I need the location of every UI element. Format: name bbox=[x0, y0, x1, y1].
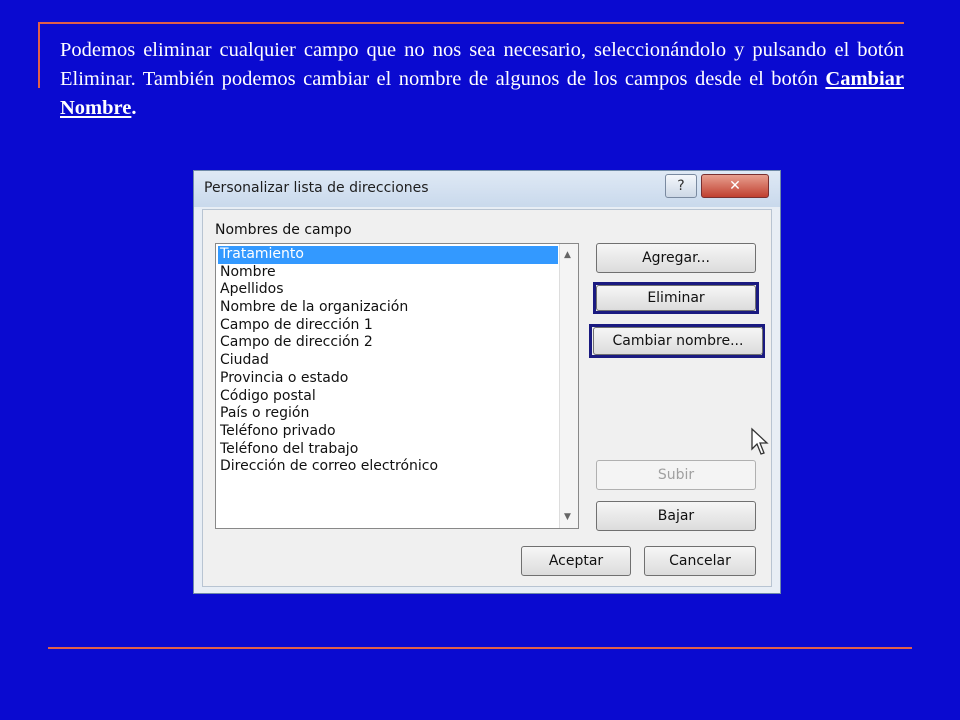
cancel-button[interactable]: Cancelar bbox=[644, 546, 756, 576]
dialog-client: Nombres de campo Tratamiento Nombre Apelli… bbox=[202, 209, 772, 587]
field-list-item[interactable]: Apellidos bbox=[218, 281, 558, 299]
field-list-item[interactable]: Campo de dirección 2 bbox=[218, 334, 558, 352]
left-rule bbox=[38, 22, 40, 88]
ok-button[interactable]: Aceptar bbox=[521, 546, 631, 576]
field-list-item[interactable]: Nombre bbox=[218, 264, 558, 282]
top-rule bbox=[38, 22, 904, 24]
rename-button[interactable]: Cambiar nombre... bbox=[593, 327, 763, 355]
paragraph-end: . bbox=[131, 97, 137, 119]
field-list-item[interactable]: País o región bbox=[218, 405, 558, 423]
fields-listbox[interactable]: Tratamiento Nombre Apellidos Nombre de la o… bbox=[215, 243, 579, 529]
move-down-button[interactable]: Bajar bbox=[596, 501, 756, 531]
fields-scrollbar[interactable]: ▲ ▼ bbox=[559, 244, 578, 528]
dialog-window: Personalizar lista de direcciones ? ✕ No… bbox=[193, 170, 781, 594]
help-button[interactable]: ? bbox=[665, 174, 697, 198]
scroll-up-arrow-icon[interactable]: ▲ bbox=[564, 250, 571, 260]
field-list-item[interactable]: Nombre de la organización bbox=[218, 299, 558, 317]
fields-list: Tratamiento Nombre Apellidos Nombre de la o… bbox=[218, 246, 558, 476]
field-list-item[interactable]: Tratamiento bbox=[218, 246, 558, 264]
field-list-item[interactable]: Código postal bbox=[218, 388, 558, 406]
field-list-item[interactable]: Campo de dirección 1 bbox=[218, 317, 558, 335]
paragraph-text: Podemos eliminar cualquier campo que no … bbox=[60, 39, 904, 90]
close-button[interactable]: ✕ bbox=[701, 174, 769, 198]
mouse-pointer-icon bbox=[751, 427, 769, 455]
field-list-item[interactable]: Provincia o estado bbox=[218, 370, 558, 388]
dialog-title: Personalizar lista de direcciones bbox=[204, 180, 429, 196]
add-button[interactable]: Agregar... bbox=[596, 243, 756, 273]
bottom-rule bbox=[48, 647, 912, 649]
field-list-item[interactable]: Dirección de correo electrónico bbox=[218, 458, 558, 476]
move-up-button[interactable]: Subir bbox=[596, 460, 756, 490]
field-list-item[interactable]: Ciudad bbox=[218, 352, 558, 370]
scroll-down-arrow-icon[interactable]: ▼ bbox=[564, 512, 571, 522]
field-list-item[interactable]: Teléfono privado bbox=[218, 423, 558, 441]
field-list-item[interactable]: Teléfono del trabajo bbox=[218, 441, 558, 459]
fields-label: Nombres de campo bbox=[215, 222, 352, 238]
delete-button[interactable]: Eliminar bbox=[596, 285, 756, 311]
slide-paragraph: Podemos eliminar cualquier campo que no … bbox=[60, 36, 904, 123]
dialog-titlebar: Personalizar lista de direcciones ? ✕ bbox=[194, 171, 780, 207]
